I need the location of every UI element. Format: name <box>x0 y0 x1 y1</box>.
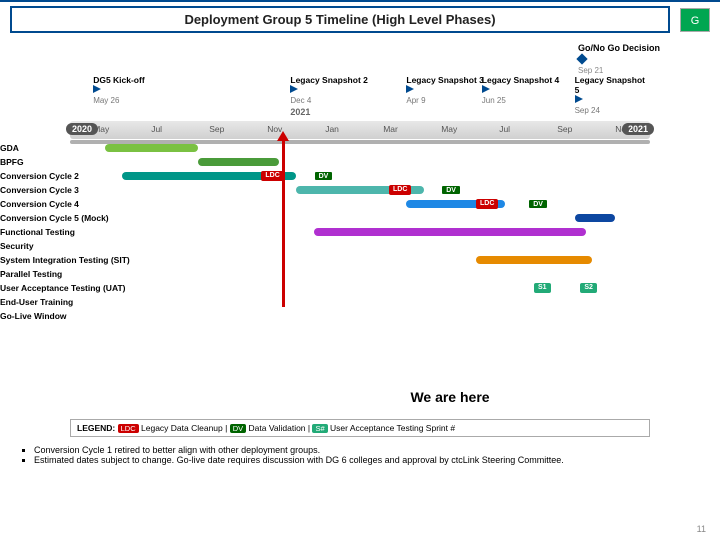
row-label: End-User Training <box>0 297 73 307</box>
row-label: Conversion Cycle 2 <box>0 171 79 181</box>
row-label: Go-Live Window <box>0 311 67 321</box>
legend-dv-text: Data Validation <box>249 423 306 433</box>
row-label: Conversion Cycle 5 (Mock) <box>0 213 109 223</box>
gantt-row: Conversion Cycle 5 (Mock) <box>70 213 650 227</box>
marker-ldc: LDC <box>261 171 283 181</box>
footnotes: Conversion Cycle 1 retired to better ali… <box>18 445 702 465</box>
legend-s-text: User Acceptance Testing Sprint # <box>330 423 455 433</box>
we-are-here-arrow <box>282 139 285 307</box>
marker-ldc: LDC <box>389 185 411 195</box>
year-mid: 2021 <box>290 107 310 117</box>
row-label: System Integration Testing (SIT) <box>0 255 130 265</box>
gantt-row: System Integration Testing (SIT) <box>70 255 650 269</box>
status-badge: G <box>680 8 710 32</box>
axis-tick: Jul <box>499 124 510 134</box>
marker-s1: S1 <box>534 283 551 293</box>
row-label: Parallel Testing <box>0 269 62 279</box>
marker-ldc: LDC <box>476 199 498 209</box>
gantt-bar <box>314 228 587 236</box>
legend-s-badge: S# <box>312 424 327 433</box>
row-label: Functional Testing <box>0 227 75 237</box>
gantt-row: Conversion Cycle 2LDCDV <box>70 171 650 185</box>
axis-tick: Mar <box>383 124 398 134</box>
milestone: Legacy Snapshot 3Apr 9 <box>406 75 483 105</box>
gantt-row: GDA <box>70 143 650 157</box>
gantt-rows: GDABPFGConversion Cycle 2LDCDVConversion… <box>70 143 650 373</box>
footnote-1: Conversion Cycle 1 retired to better ali… <box>34 445 702 455</box>
gonogo-label: Go/No Go Decision <box>578 43 660 53</box>
legend-ldc-text: Legacy Data Cleanup <box>141 423 223 433</box>
gantt-bar <box>476 256 592 264</box>
gantt-bar <box>105 144 198 152</box>
axis-tick: Nov <box>615 124 630 134</box>
milestone: Legacy Snapshot 5Sep 24 <box>575 75 650 115</box>
legend-ldc-badge: LDC <box>118 424 139 433</box>
row-label: User Acceptance Testing (UAT) <box>0 283 125 293</box>
gantt-bar <box>198 158 279 166</box>
page-number: 11 <box>697 524 706 534</box>
axis-tick: Jul <box>151 124 162 134</box>
row-label: GDA <box>0 143 19 153</box>
marker-s2: S2 <box>580 283 597 293</box>
page-title: Deployment Group 5 Timeline (High Level … <box>10 6 670 33</box>
row-label: Security <box>0 241 34 251</box>
marker-dv: DV <box>528 199 548 209</box>
time-axis: 2020 2021 2021 MayJulSepNovJanMarMayJulS… <box>70 121 650 139</box>
gantt-row: Conversion Cycle 4LDCDV <box>70 199 650 213</box>
axis-tick: Jan <box>325 124 339 134</box>
footnote-2: Estimated dates subject to change. Go-li… <box>34 455 702 465</box>
marker-dv: DV <box>441 185 461 195</box>
row-label: Conversion Cycle 3 <box>0 185 79 195</box>
milestone: DG5 Kick-offMay 26 <box>93 75 144 105</box>
marker-dv: DV <box>314 171 334 181</box>
gantt-row: Security <box>70 241 650 255</box>
gantt-row: Conversion Cycle 3LDCDV <box>70 185 650 199</box>
gantt-bar <box>575 214 616 222</box>
gantt-row: End-User Training <box>70 297 650 311</box>
milestone: Legacy Snapshot 4Jun 25 <box>482 75 559 105</box>
gantt-row: BPFG <box>70 157 650 171</box>
gantt-row: Go-Live Window <box>70 311 650 325</box>
gonogo-milestone: Go/No Go Decision Sep 21 <box>578 43 660 75</box>
axis-tick: May <box>93 124 109 134</box>
row-label: Conversion Cycle 4 <box>0 199 79 209</box>
legend-dv-badge: DV <box>230 424 246 433</box>
axis-tick: Sep <box>209 124 224 134</box>
milestone: Legacy Snapshot 2Dec 4 <box>290 75 367 105</box>
gantt-chart: Go/No Go Decision Sep 21 DG5 Kick-offMay… <box>70 43 650 383</box>
legend-prefix: LEGEND: <box>77 423 115 433</box>
gantt-row: User Acceptance Testing (UAT)S1S2 <box>70 283 650 297</box>
milestones-row: DG5 Kick-offMay 26 Legacy Snapshot 2Dec 4… <box>70 75 650 115</box>
gantt-row: Functional Testing <box>70 227 650 241</box>
row-label: BPFG <box>0 157 24 167</box>
we-are-here-label: We are here <box>180 389 720 405</box>
header-bar: Deployment Group 5 Timeline (High Level … <box>0 0 720 37</box>
diamond-icon <box>576 53 587 64</box>
axis-tick: May <box>441 124 457 134</box>
gonogo-date: Sep 21 <box>578 66 603 75</box>
axis-tick: Sep <box>557 124 572 134</box>
legend: LEGEND: LDC Legacy Data Cleanup | DV Dat… <box>70 419 650 437</box>
gantt-row: Parallel Testing <box>70 269 650 283</box>
